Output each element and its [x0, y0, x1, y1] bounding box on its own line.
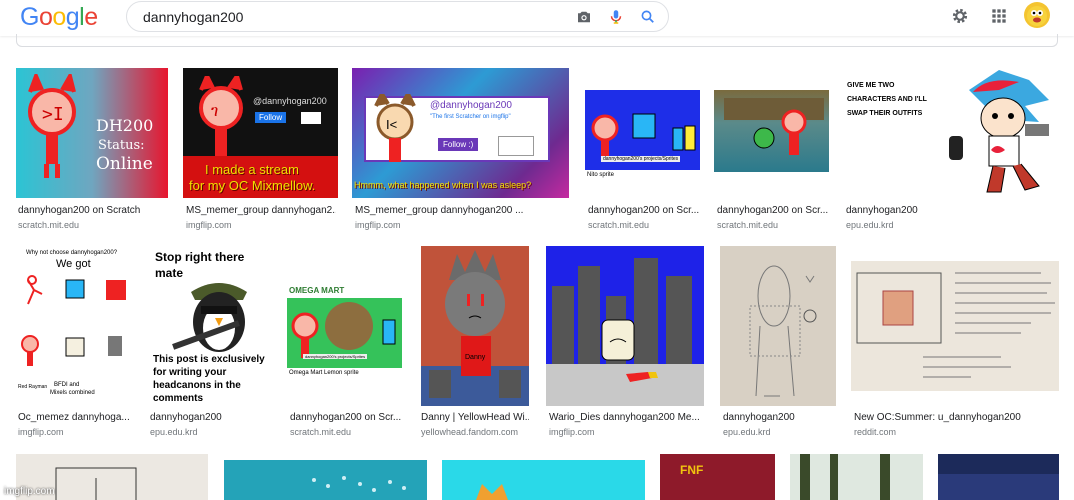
search-input[interactable]: dannyhogan200 — [143, 9, 243, 25]
overlay-text: Status: — [98, 138, 145, 153]
logo-letter: G — [20, 3, 39, 31]
overlay-text: @dannyhogan200 — [253, 96, 327, 106]
result-thumbnail[interactable] — [790, 454, 923, 500]
overlay-text: dannyhogan200's projects/Sprites — [601, 156, 681, 162]
search-bar[interactable]: dannyhogan200 — [126, 1, 669, 32]
overlay-text: Stop right there — [155, 250, 245, 264]
mail-icon — [498, 136, 534, 156]
imgflip-watermark: imgflip.com — [4, 486, 55, 497]
result-source[interactable]: imgflip.com — [18, 427, 64, 437]
result-thumbnail[interactable] — [938, 454, 1059, 500]
result-thumbnail[interactable]: GIVE ME TWO CHARACTERS AND I'LL SWAP THE… — [843, 68, 1059, 198]
overlay-button-text: Follow — [255, 112, 287, 123]
overlay-text: Why not choose dannyhogan200? — [26, 250, 118, 256]
microphone-icon[interactable] — [607, 8, 625, 26]
overlay-text: comments — [153, 393, 204, 404]
overlay-text: for my OC Mixmellow. — [189, 178, 316, 193]
result-source[interactable]: scratch.mit.edu — [290, 427, 351, 437]
result-source[interactable]: epu.edu.krd — [150, 427, 198, 437]
result-source[interactable]: imgflip.com — [549, 427, 595, 437]
result-source[interactable]: epu.edu.krd — [846, 220, 894, 230]
overlay-text: DH200 — [96, 116, 154, 135]
result-source[interactable]: yellowhead.fandom.com — [421, 427, 518, 437]
overlay-text: headcanons in the — [153, 380, 241, 391]
result-thumbnail[interactable] — [442, 460, 645, 500]
overlay-text: Nito sprite — [587, 172, 615, 178]
overlay-text: dannyhogan200's projects/Sprites — [303, 354, 368, 359]
logo-letter: o — [52, 3, 66, 31]
result-source[interactable]: scratch.mit.edu — [18, 220, 79, 230]
overlay-text: Danny — [465, 354, 486, 361]
result-thumbnail[interactable]: Danny — [421, 246, 529, 406]
overlay-text: @dannyhogan200 — [430, 100, 512, 111]
result-thumbnail[interactable] — [851, 261, 1059, 391]
overlay-text: Online — [96, 154, 153, 174]
result-thumbnail[interactable] — [546, 246, 704, 406]
result-thumbnail[interactable]: I< @dannyhogan200 "The first Scratcher o… — [352, 68, 569, 198]
overlay-text: OMEGA MART — [289, 286, 345, 295]
overlay-text: We got — [56, 258, 91, 270]
result-thumbnail[interactable]: dannyhogan200's projects/Sprites Nito sp… — [585, 68, 700, 198]
overlay-text: Red Rayman — [18, 384, 48, 390]
result-thumbnail[interactable] — [714, 68, 829, 198]
overlay-text: for writing your — [153, 367, 227, 378]
search-icon[interactable] — [639, 8, 657, 26]
result-source[interactable]: scratch.mit.edu — [588, 220, 649, 230]
mail-icon — [301, 112, 321, 124]
result-title[interactable]: dannyhogan200 on Scr... — [588, 205, 700, 216]
result-title[interactable]: MS_memer_group dannyhogan200 ... — [355, 205, 570, 216]
overlay-text: CHARACTERS AND I'LL — [847, 96, 927, 103]
result-source[interactable]: imgflip.com — [186, 220, 232, 230]
result-thumbnail[interactable]: FNF — [660, 454, 775, 500]
result-title[interactable]: Wario_Dies dannyhogan200 Me... — [549, 412, 704, 423]
overlay-text: SWAP THEIR OUTFITS — [847, 110, 923, 117]
result-title[interactable]: Oc_memez dannyhoga... — [18, 412, 130, 423]
svg-text:I<: I< — [386, 117, 397, 132]
result-source[interactable]: epu.edu.krd — [723, 427, 771, 437]
result-thumbnail[interactable] — [720, 246, 836, 406]
result-title[interactable]: MS_memer_group dannyhogan2... — [186, 205, 336, 216]
avatar[interactable] — [1024, 2, 1050, 28]
result-title[interactable]: Danny | YellowHead Wi... — [421, 412, 529, 423]
overlay-text: Hmmm, what happened when I was asleep? — [354, 180, 532, 190]
result-title[interactable]: New OC:Summer: u_dannyhogan200 — [854, 412, 1059, 423]
result-source[interactable]: scratch.mit.edu — [717, 220, 778, 230]
result-source[interactable]: reddit.com — [854, 427, 896, 437]
logo-letter: o — [38, 3, 53, 31]
overlay-button-text: Follow :) — [438, 138, 479, 151]
apps-grid-icon[interactable] — [989, 6, 1009, 26]
camera-icon[interactable] — [575, 8, 593, 26]
result-source[interactable]: imgflip.com — [355, 220, 401, 230]
svg-text:ገ: ገ — [211, 103, 218, 120]
filter-chip-bar — [16, 34, 1058, 47]
gear-icon[interactable] — [950, 6, 970, 26]
logo-letter: g — [65, 3, 80, 31]
result-thumbnail[interactable] — [224, 460, 427, 500]
result-thumbnail[interactable]: Stop right there mate This post is exclu… — [147, 246, 271, 406]
result-thumbnail[interactable]: >I DH200 Status: Online — [16, 68, 168, 198]
result-thumbnail[interactable]: OMEGA MART dannyhogan200's projects/Spri… — [287, 246, 402, 406]
google-logo[interactable]: Google — [20, 3, 98, 32]
result-title[interactable]: dannyhogan200 on Scr... — [717, 205, 829, 216]
result-thumbnail[interactable]: Why not choose dannyhogan200? We got BFD… — [16, 246, 131, 406]
result-title[interactable]: dannyhogan200 — [846, 205, 1056, 216]
result-title[interactable]: dannyhogan200 on Scr... — [290, 412, 402, 423]
overlay-text: Omega Mart Lemon sprite — [289, 370, 359, 376]
overlay-text: BFDI and — [54, 382, 80, 388]
result-title[interactable]: dannyhogan200 — [150, 412, 270, 423]
svg-text:>I: >I — [42, 104, 64, 125]
result-thumbnail[interactable]: ገ @dannyhogan200 Follow I made a stream … — [183, 68, 338, 198]
svg-text:FNF: FNF — [680, 463, 703, 477]
result-title[interactable]: dannyhogan200 — [723, 412, 835, 423]
overlay-text: GIVE ME TWO — [847, 82, 895, 89]
result-title[interactable]: dannyhogan200 on Scratch — [18, 205, 168, 216]
overlay-text: "The first Scratcher on imgflip" — [430, 114, 511, 120]
overlay-text: Mixels combined — [50, 390, 95, 396]
overlay-text: I made a stream — [205, 162, 299, 177]
overlay-text: This post is exclusively — [153, 354, 265, 365]
logo-letter: e — [84, 3, 98, 31]
